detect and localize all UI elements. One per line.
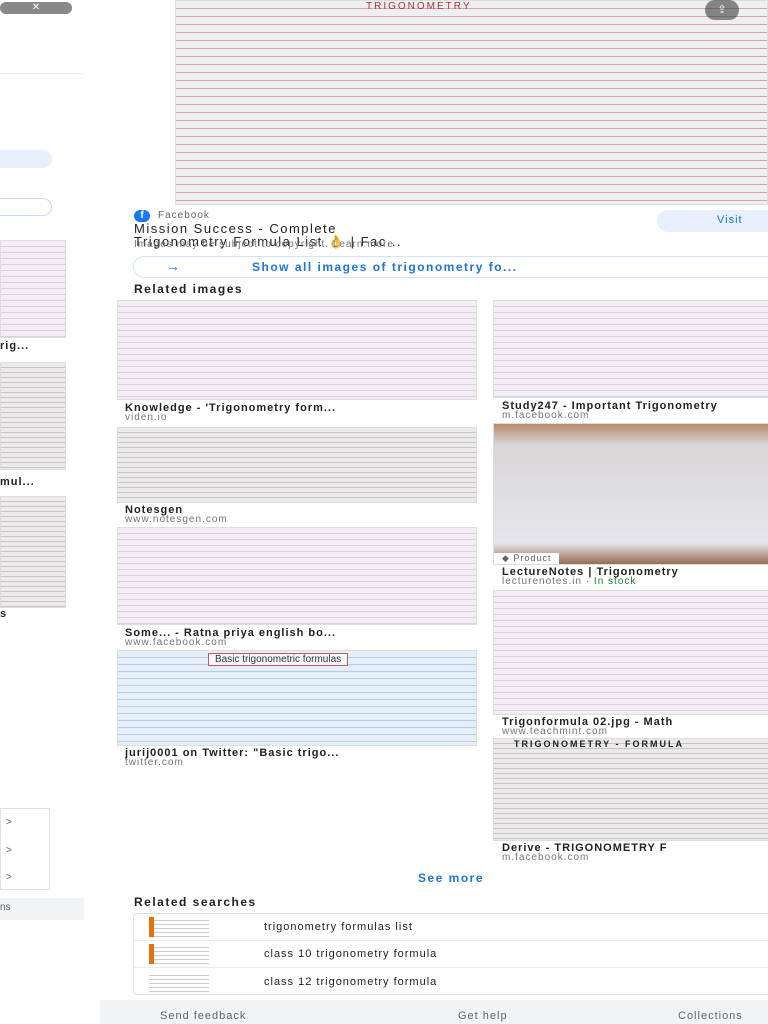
left-footer: ns xyxy=(0,898,84,920)
chevron-right-icon[interactable]: > xyxy=(6,845,12,856)
image-title: TRIGONOMETRY xyxy=(366,1,472,12)
search-thumbnail xyxy=(149,971,209,992)
related-images-heading: Related images xyxy=(134,282,244,296)
thumbnail-caption: rig... xyxy=(0,340,30,352)
related-image[interactable]: ◆ Product xyxy=(493,423,768,565)
send-feedback-link[interactable]: Send feedback xyxy=(160,1010,246,1022)
chevron-right-icon[interactable]: > xyxy=(6,872,12,883)
related-image[interactable] xyxy=(117,300,477,400)
share-icon: ⇪ xyxy=(717,4,727,16)
product-badge: ◆ Product xyxy=(494,553,560,564)
share-button[interactable]: ⇪ xyxy=(705,0,739,20)
product-badge-label: Product xyxy=(513,553,552,563)
related-image[interactable]: TRIGONOMETRY - FORMULA xyxy=(493,738,768,841)
close-button[interactable]: ✕ xyxy=(0,2,72,14)
related-image-source: www.facebook.com xyxy=(125,637,228,648)
chevron-right-icon[interactable]: > xyxy=(6,817,12,828)
related-image-source: viden.io xyxy=(125,412,168,423)
related-search-item[interactable]: class 10 trigonometry formula xyxy=(134,941,768,968)
show-all-button[interactable] xyxy=(0,198,52,216)
see-more-link[interactable]: See more xyxy=(418,871,484,885)
search-label: class 12 trigonometry formula xyxy=(264,975,438,988)
visit-button[interactable] xyxy=(0,150,52,168)
show-all-label: Show all images of trigonometry fo... xyxy=(252,260,518,274)
search-thumbnail xyxy=(149,944,209,964)
preview-image[interactable]: TRIGONOMETRY xyxy=(175,0,768,205)
related-searches-heading: Related searches xyxy=(134,895,257,909)
collections-link[interactable]: Collections xyxy=(678,1010,743,1022)
thumbnail-caption: s xyxy=(0,608,8,620)
visit-button[interactable]: Visit xyxy=(657,210,768,232)
image-overlay-text: Basic trigonometric formulas xyxy=(208,653,349,666)
related-image[interactable]: Basic trigonometric formulas xyxy=(117,650,477,746)
search-label: trigonometry formulas list xyxy=(264,921,413,933)
source-text: lecturenotes.in xyxy=(502,576,583,587)
related-image[interactable] xyxy=(117,427,477,503)
related-image[interactable] xyxy=(493,590,768,715)
related-search-item[interactable]: trigonometry formulas list xyxy=(134,914,768,941)
search-thumbnail xyxy=(149,917,209,937)
search-label: class 10 trigonometry formula xyxy=(264,948,438,960)
stock-status: · In stock xyxy=(585,576,637,587)
source-name: Facebook xyxy=(158,210,210,221)
thumbnail[interactable] xyxy=(0,240,66,338)
divider xyxy=(0,73,84,74)
related-image[interactable] xyxy=(493,300,768,398)
related-image-source: www.notesgen.com xyxy=(125,514,228,525)
copyright-notice: Images may be subject to copyright. Lear… xyxy=(134,239,394,250)
related-image-source: twitter.com xyxy=(125,757,184,768)
visit-label: Visit xyxy=(717,214,743,226)
thumbnail-caption: mul... xyxy=(0,476,35,488)
related-searches-list: trigonometry formulas list class 10 trig… xyxy=(133,913,768,995)
related-search-item[interactable]: class 12 trigonometry formula xyxy=(134,968,768,995)
image-overlay-text: TRIGONOMETRY - FORMULA xyxy=(514,739,684,749)
arrow-right-icon: → xyxy=(166,258,182,274)
related-image-source: m.facebook.com xyxy=(502,852,590,863)
related-image-source: www.teachmint.com xyxy=(502,726,608,737)
related-image-source: lecturenotes.in · In stock xyxy=(502,576,636,587)
related-list: > > > xyxy=(0,808,50,890)
related-image[interactable] xyxy=(117,527,477,625)
get-help-link[interactable]: Get help xyxy=(458,1010,508,1022)
show-all-button[interactable]: → Show all images of trigonometry fo... xyxy=(133,256,768,278)
thumbnail[interactable] xyxy=(0,496,66,608)
thumbnail[interactable] xyxy=(0,362,66,470)
footer-text: ns xyxy=(0,902,11,913)
related-image-source: m.facebook.com xyxy=(502,410,590,421)
